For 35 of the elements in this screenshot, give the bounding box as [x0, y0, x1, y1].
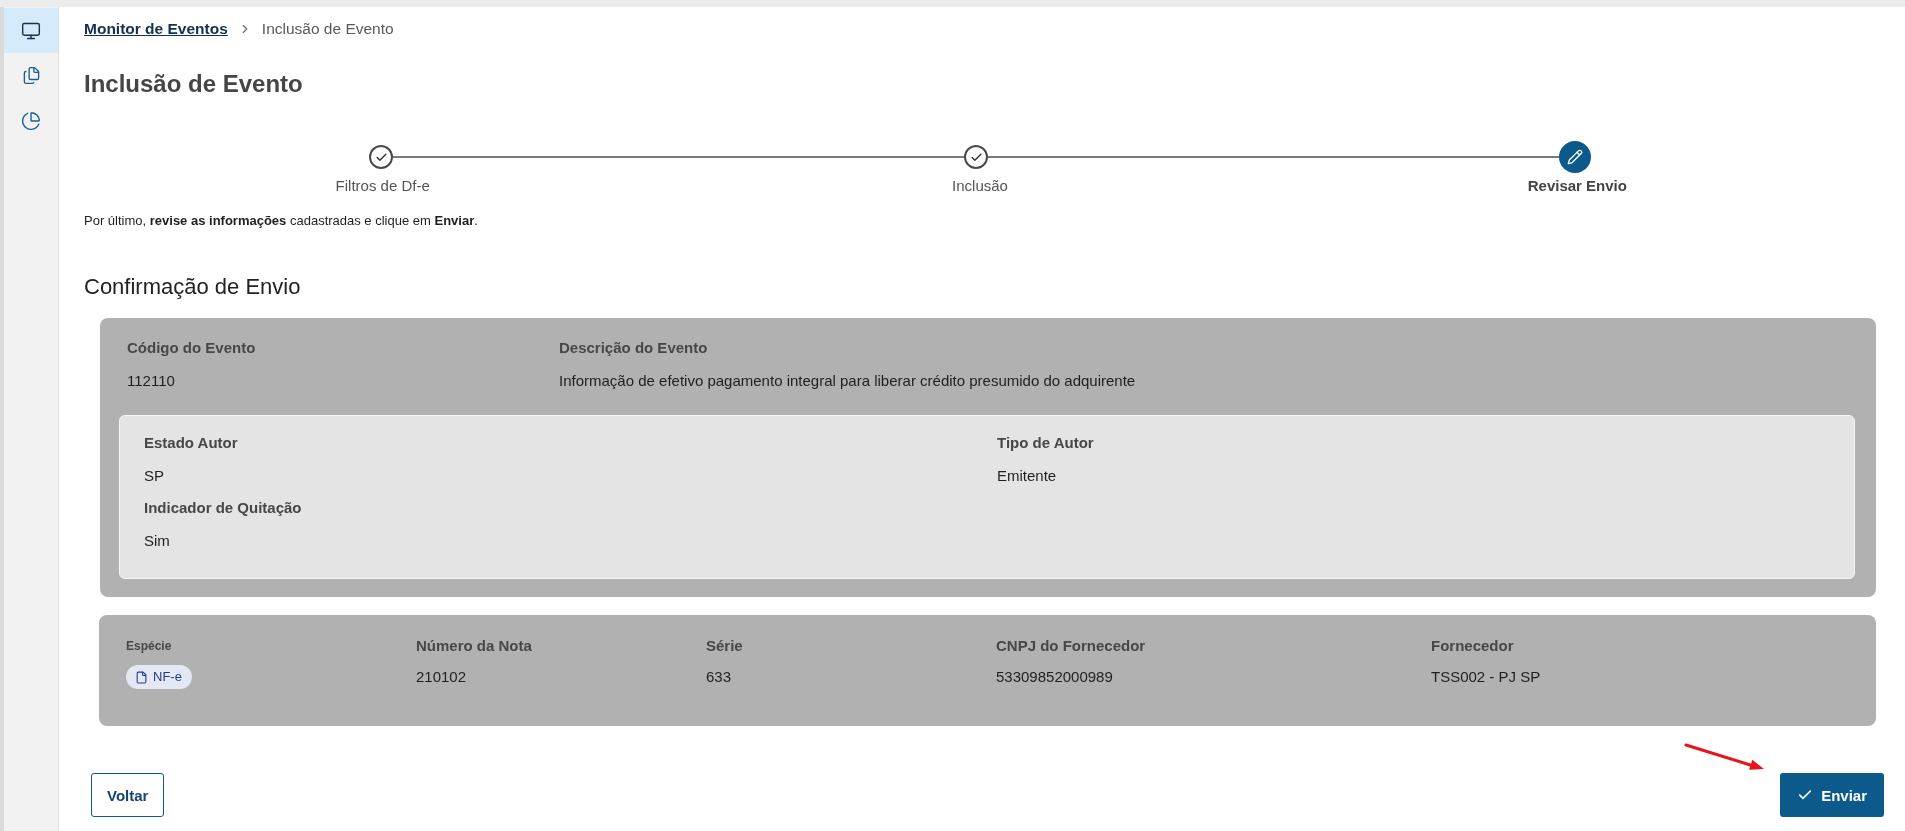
- monitor-icon: [21, 20, 41, 41]
- field-value: 210102: [416, 667, 467, 687]
- field-value: 112110: [127, 371, 175, 391]
- instruction-text: Por último, revise as informações cadastradas e clique em Enviar.: [84, 213, 478, 229]
- step-label: Filtros de Df-e: [335, 176, 430, 196]
- submit-button[interactable]: Enviar: [1780, 773, 1884, 817]
- field-value: Emitente: [997, 466, 1057, 486]
- tag-text: NF-e: [153, 669, 182, 685]
- back-button[interactable]: Voltar: [91, 773, 165, 817]
- field-value: SP: [144, 466, 164, 486]
- field-label: CNPJ do Fornecedor: [996, 636, 1146, 656]
- breadcrumb-current: Inclusão de Evento: [261, 19, 394, 39]
- field-label: Descrição do Evento: [559, 338, 708, 358]
- field-label: Indicador de Quitação: [144, 498, 302, 518]
- field-label: Número da Nota: [416, 636, 532, 656]
- page-title: Inclusão de Evento: [84, 70, 303, 98]
- sidebar-item[interactable]: [4, 8, 58, 53]
- field-label: Fornecedor: [1431, 636, 1514, 656]
- breadcrumb-link[interactable]: Monitor de Eventos: [84, 19, 228, 39]
- field-value: Sim: [144, 531, 170, 551]
- file-icon: [135, 670, 148, 684]
- step-label: Revisar Envio: [1527, 176, 1627, 196]
- documents-icon: [21, 66, 41, 85]
- field-label: Tipo de Autor: [997, 433, 1094, 453]
- field-value: 633: [706, 667, 732, 687]
- field-label: Estado Autor: [144, 433, 238, 453]
- field-label: Espécie: [126, 638, 172, 655]
- field-value: 53309852000989: [996, 667, 1113, 687]
- step-label: Inclusão: [952, 176, 1008, 196]
- pie-chart-icon: [21, 110, 41, 131]
- field-label: Código do Evento: [127, 338, 256, 358]
- section-title: Confirmação de Envio: [84, 273, 301, 301]
- field-value: TSS002 - PJ SP: [1431, 667, 1541, 687]
- field-label: Série: [706, 636, 743, 656]
- field-value: Informação de efetivo pagamento integral para liberar crédito presumido do adquirente: [559, 371, 1136, 391]
